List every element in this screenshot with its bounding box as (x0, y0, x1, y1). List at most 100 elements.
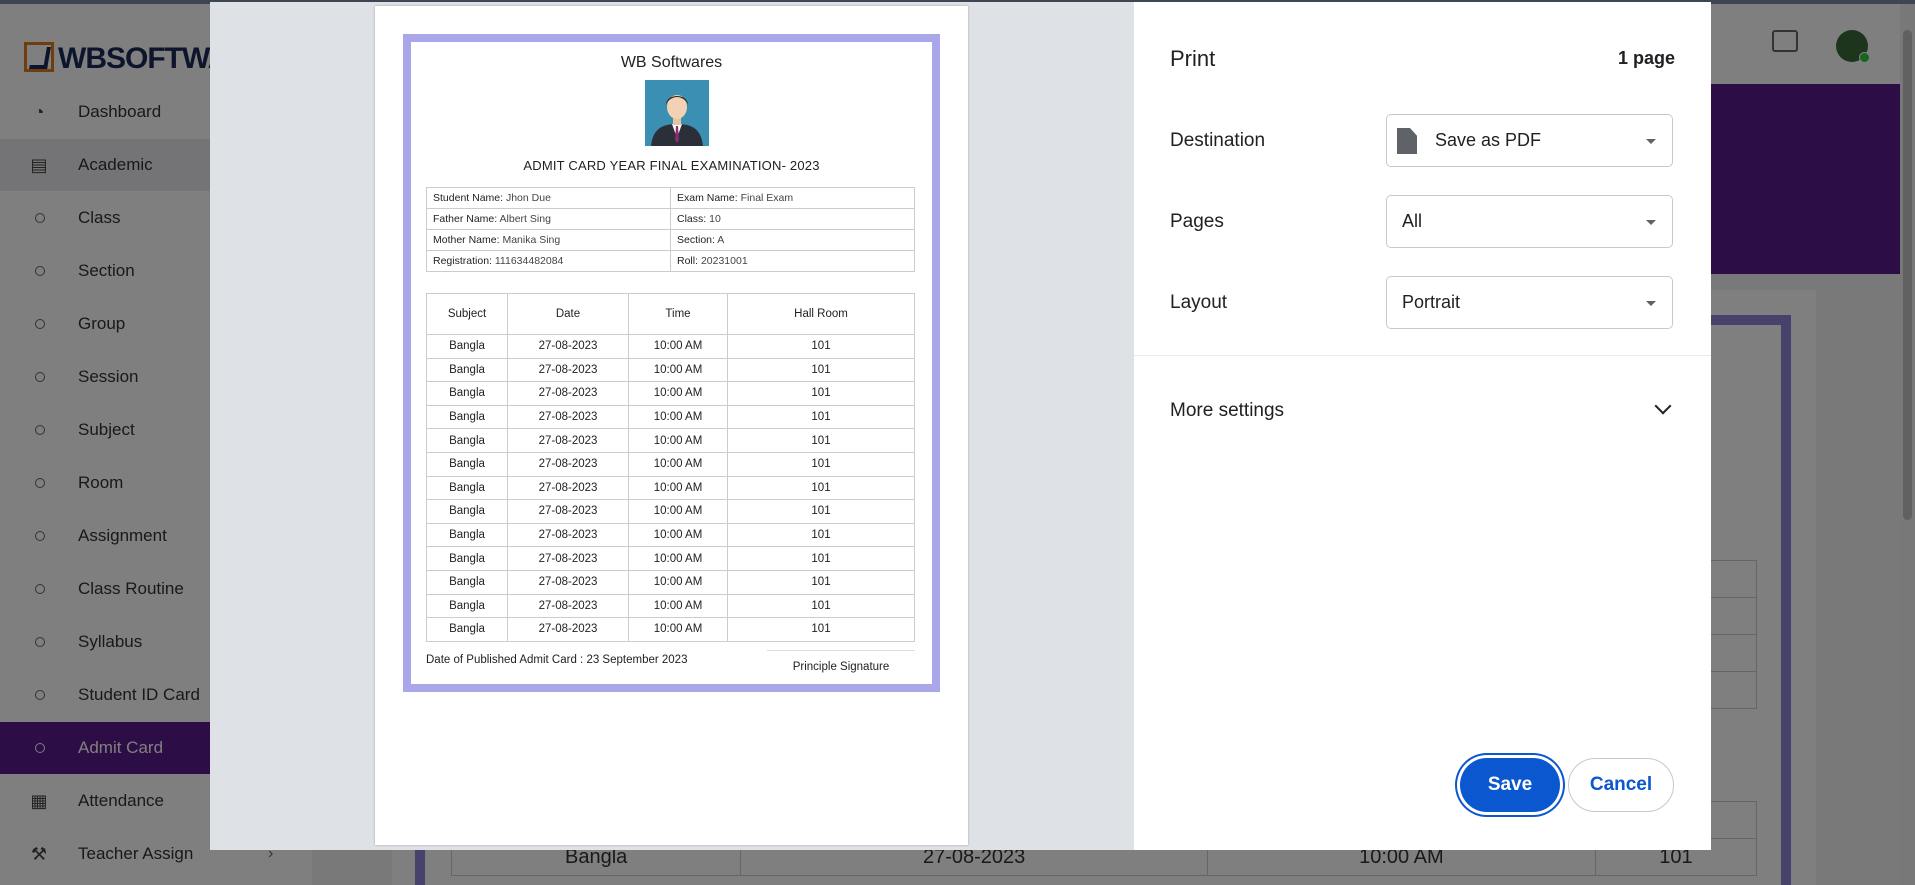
class-value: 10 (709, 213, 721, 225)
mother-name-label: Mother Name: (433, 234, 500, 246)
hall-room-cell: 101 (727, 522, 915, 548)
time-cell: 10:00 AM (628, 451, 728, 477)
divider (1134, 355, 1711, 356)
section-cell: Section: A (670, 229, 915, 251)
dropdown-arrow-icon (1646, 301, 1656, 306)
student-info-table: Student Name: Jhon Due Exam Name: Final … (426, 187, 915, 272)
time-cell: 10:00 AM (628, 404, 728, 430)
table-row: Bangla 27-08-2023 10:00 AM 101 (426, 475, 915, 501)
date-cell: 27-08-2023 (507, 617, 629, 642)
dialog-title: Print (1170, 46, 1216, 71)
signature-line (767, 650, 915, 651)
time-cell: 10:00 AM (628, 475, 728, 501)
date-cell: 27-08-2023 (507, 499, 629, 524)
layout-label: Layout (1170, 292, 1228, 313)
exam-name-label: Exam Name: (677, 192, 738, 204)
time-cell: 10:00 AM (628, 617, 728, 642)
hall-room-cell: 101 (727, 617, 915, 642)
date-cell: 27-08-2023 (507, 428, 629, 453)
date-cell: 27-08-2023 (507, 569, 629, 595)
dropdown-arrow-icon (1646, 139, 1656, 144)
destination-value: Save as PDF (1435, 130, 1542, 150)
table-row: Father Name: Albert Sing Class: 10 (426, 208, 915, 230)
column-header-date: Date (507, 293, 629, 335)
pages-label: Pages (1170, 211, 1224, 232)
hall-room-cell: 101 (727, 428, 915, 453)
table-row: Bangla 27-08-2023 10:00 AM 101 (426, 334, 915, 359)
destination-label: Destination (1170, 130, 1266, 151)
subject-cell: Bangla (426, 451, 508, 477)
page-count: 1 page (1617, 48, 1675, 68)
date-cell: 27-08-2023 (507, 475, 629, 501)
table-row: Bangla 27-08-2023 10:00 AM 101 (426, 451, 915, 477)
section-value: A (717, 234, 725, 246)
registration-label: Registration: (433, 255, 492, 267)
exam-schedule-table: Subject Date Time Hall Room Bangla 27-08-… (426, 293, 915, 642)
layout-value: Portrait (1402, 292, 1461, 312)
time-cell: 10:00 AM (628, 522, 728, 548)
schedule-body: Bangla 27-08-2023 10:00 AM 101 Bangla 27-08-2… (426, 334, 915, 642)
table-row: Mother Name: Manika Sing Section: A (426, 229, 915, 251)
hall-room-cell: 101 (727, 381, 915, 406)
table-row: Bangla 27-08-2023 10:00 AM 101 (426, 499, 915, 524)
mother-name-cell: Mother Name: Manika Sing (426, 229, 671, 251)
table-row: Bangla 27-08-2023 10:00 AM 101 (426, 617, 915, 642)
pages-value: All (1402, 211, 1423, 231)
subject-cell: Bangla (426, 334, 508, 359)
roll-value: 20231001 (700, 255, 748, 267)
hall-room-cell: 101 (727, 475, 915, 501)
hall-room-cell: 101 (727, 499, 915, 524)
table-row: Registration: 111634482084 Roll: 2023100… (426, 250, 915, 272)
table-row: Bangla 27-08-2023 10:00 AM 101 (426, 357, 915, 383)
subject-cell: Bangla (426, 569, 508, 595)
date-cell: 27-08-2023 (507, 593, 629, 619)
hall-room-cell: 101 (727, 569, 915, 595)
student-name-label: Student Name: (433, 192, 504, 204)
subject-cell: Bangla (426, 546, 508, 571)
save-button[interactable]: Save (1460, 758, 1560, 812)
print-settings-panel: Print 1 page Destination Save as PDF Pag… (1134, 2, 1711, 850)
pdf-file-icon (1397, 128, 1417, 154)
hall-room-cell: 101 (727, 546, 915, 571)
time-cell: 10:00 AM (628, 593, 728, 619)
roll-cell: Roll: 20231001 (670, 250, 915, 272)
date-cell: 27-08-2023 (507, 357, 629, 383)
class-label: Class: (677, 213, 707, 225)
father-name-cell: Father Name: Albert Sing (426, 208, 671, 230)
student-name: Jhon Due (505, 192, 551, 204)
student-name-cell: Student Name: Jhon Due (426, 187, 671, 209)
admit-card: WB Softwares ADMIT CARD YEAR FINAL EXAMI… (403, 34, 940, 692)
more-settings-toggle[interactable]: More settings (1170, 400, 1284, 422)
mother-name: Manika Sing (502, 234, 561, 246)
preview-page: WB Softwares ADMIT CARD YEAR FINAL EXAMI… (375, 6, 968, 845)
father-name: Albert Sing (499, 213, 551, 225)
column-header-hall-room: Hall Room (727, 293, 915, 335)
subject-cell: Bangla (426, 617, 508, 642)
time-cell: 10:00 AM (628, 546, 728, 571)
table-row: Bangla 27-08-2023 10:00 AM 101 (426, 428, 915, 453)
chevron-down-icon[interactable] (1654, 397, 1672, 415)
column-header-time: Time (628, 293, 728, 335)
dropdown-arrow-icon (1646, 220, 1656, 225)
table-header-row: Subject Date Time Hall Room (426, 293, 915, 335)
time-cell: 10:00 AM (628, 569, 728, 595)
pages-select[interactable]: All (1386, 195, 1673, 248)
date-cell: 27-08-2023 (507, 546, 629, 571)
hall-room-cell: 101 (727, 451, 915, 477)
destination-select[interactable]: Save as PDF (1386, 114, 1673, 167)
layout-select[interactable]: Portrait (1386, 276, 1673, 329)
date-cell: 27-08-2023 (507, 334, 629, 359)
admit-card-content: WB Softwares ADMIT CARD YEAR FINAL EXAMI… (411, 42, 932, 684)
time-cell: 10:00 AM (628, 381, 728, 406)
time-cell: 10:00 AM (628, 428, 728, 453)
print-dialog: WB Softwares ADMIT CARD YEAR FINAL EXAMI… (210, 2, 1711, 850)
cancel-button[interactable]: Cancel (1568, 758, 1674, 812)
class-cell: Class: 10 (670, 208, 915, 230)
subject-cell: Bangla (426, 593, 508, 619)
exam-name: Final Exam (740, 192, 794, 204)
date-cell: 27-08-2023 (507, 404, 629, 430)
print-preview-area: WB Softwares ADMIT CARD YEAR FINAL EXAMI… (210, 2, 1134, 850)
student-photo (645, 80, 709, 146)
subject-cell: Bangla (426, 404, 508, 430)
time-cell: 10:00 AM (628, 334, 728, 359)
